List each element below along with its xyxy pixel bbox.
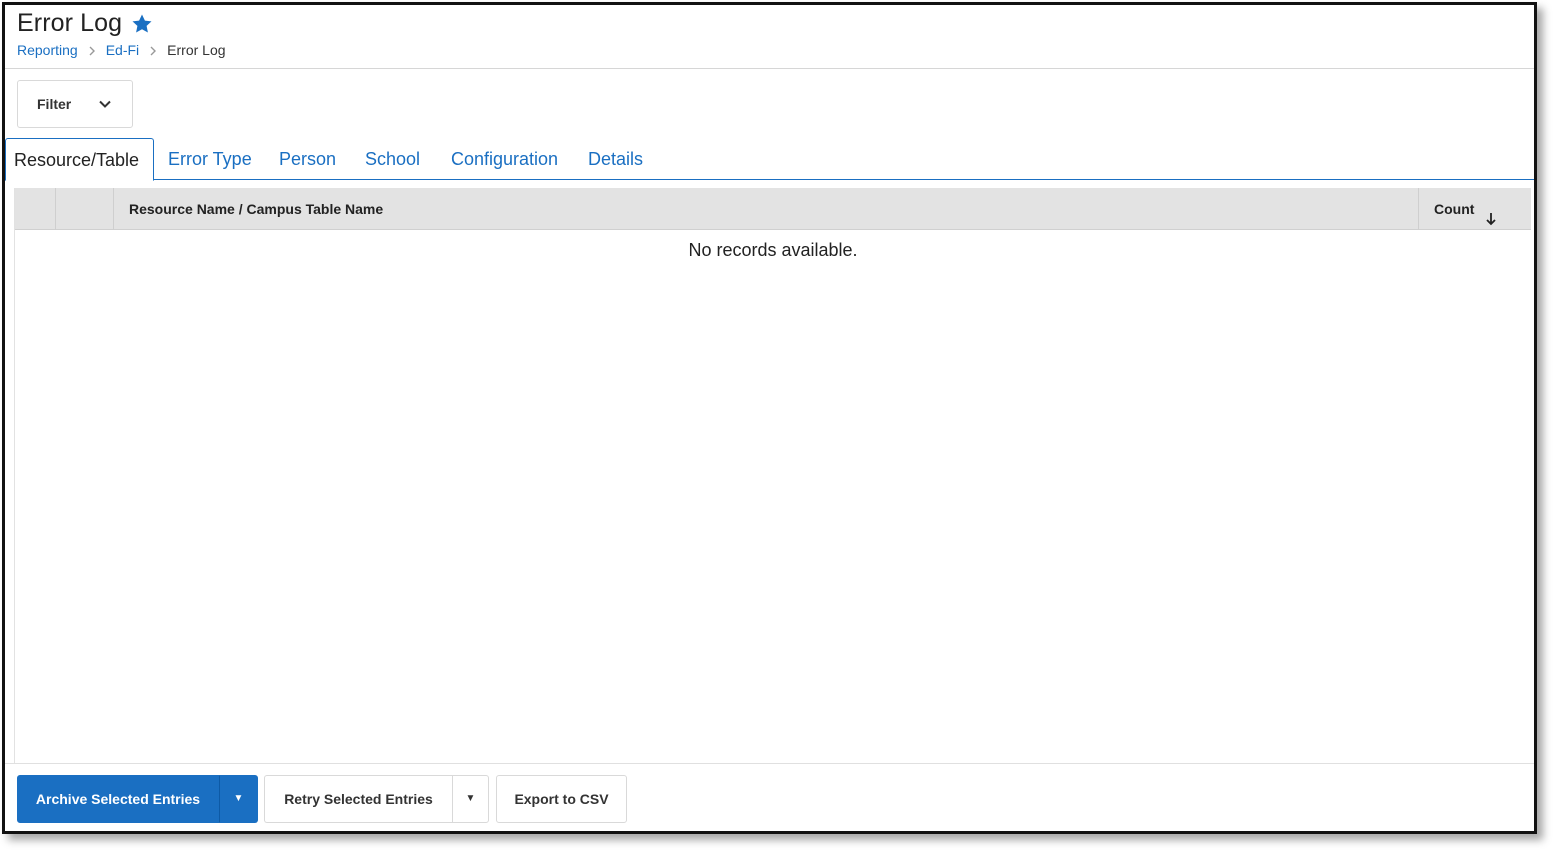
action-bar: Archive Selected Entries ▼ Retry Selecte… <box>5 763 1534 831</box>
tab-school[interactable]: School <box>365 138 420 180</box>
breadcrumb-ed-fi[interactable]: Ed-Fi <box>106 42 139 58</box>
tab-error-type[interactable]: Error Type <box>168 138 252 180</box>
tab-resource-table[interactable]: Resource/Table <box>5 138 155 181</box>
chevron-right-icon <box>147 44 159 56</box>
select-column-header[interactable] <box>15 188 56 230</box>
filter-label: Filter <box>37 96 72 112</box>
page-header: Error Log Reporting Ed-Fi Error Log <box>5 5 1534 69</box>
caret-down-icon: ▼ <box>465 793 476 804</box>
breadcrumb: Reporting Ed-Fi Error Log <box>17 42 226 58</box>
grid-header: Resource Name / Campus Table Name Count <box>15 188 1531 230</box>
export-csv-button[interactable]: Export to CSV <box>496 775 627 823</box>
breadcrumb-reporting[interactable]: Reporting <box>17 42 78 58</box>
app-window: Error Log Reporting Ed-Fi Error Log Filt… <box>2 2 1537 834</box>
page-title: Error Log <box>17 9 123 37</box>
tab-configuration[interactable]: Configuration <box>451 138 558 180</box>
caret-down-icon: ▼ <box>233 793 244 804</box>
count-column-header[interactable]: Count <box>1419 188 1532 230</box>
count-column-label: Count <box>1434 201 1475 217</box>
retry-selected-button[interactable]: Retry Selected Entries <box>264 775 452 823</box>
archive-button-group: Archive Selected Entries ▼ <box>17 775 258 823</box>
retry-button-group: Retry Selected Entries ▼ <box>264 775 489 823</box>
title-row: Error Log <box>17 9 154 38</box>
export-button-group: Export to CSV <box>496 775 627 823</box>
archive-options-button[interactable]: ▼ <box>219 775 258 823</box>
empty-message: No records available. <box>688 240 858 260</box>
tab-bar: Resource/Table Error Type Person School … <box>5 138 1534 181</box>
tab-details[interactable]: Details <box>588 138 643 180</box>
arrow-down-icon <box>1484 201 1498 226</box>
star-icon[interactable] <box>130 12 154 36</box>
results-grid: Resource Name / Campus Table Name Count … <box>14 188 1531 763</box>
expand-column-header <box>56 188 114 230</box>
chevron-right-icon <box>86 44 98 56</box>
breadcrumb-current: Error Log <box>167 42 226 58</box>
archive-selected-button[interactable]: Archive Selected Entries <box>17 775 219 823</box>
retry-options-button[interactable]: ▼ <box>452 775 489 823</box>
filter-button[interactable]: Filter <box>17 80 133 128</box>
tab-person[interactable]: Person <box>279 138 336 180</box>
chevron-down-icon <box>97 96 113 112</box>
resource-name-column-header[interactable]: Resource Name / Campus Table Name <box>114 188 1419 230</box>
